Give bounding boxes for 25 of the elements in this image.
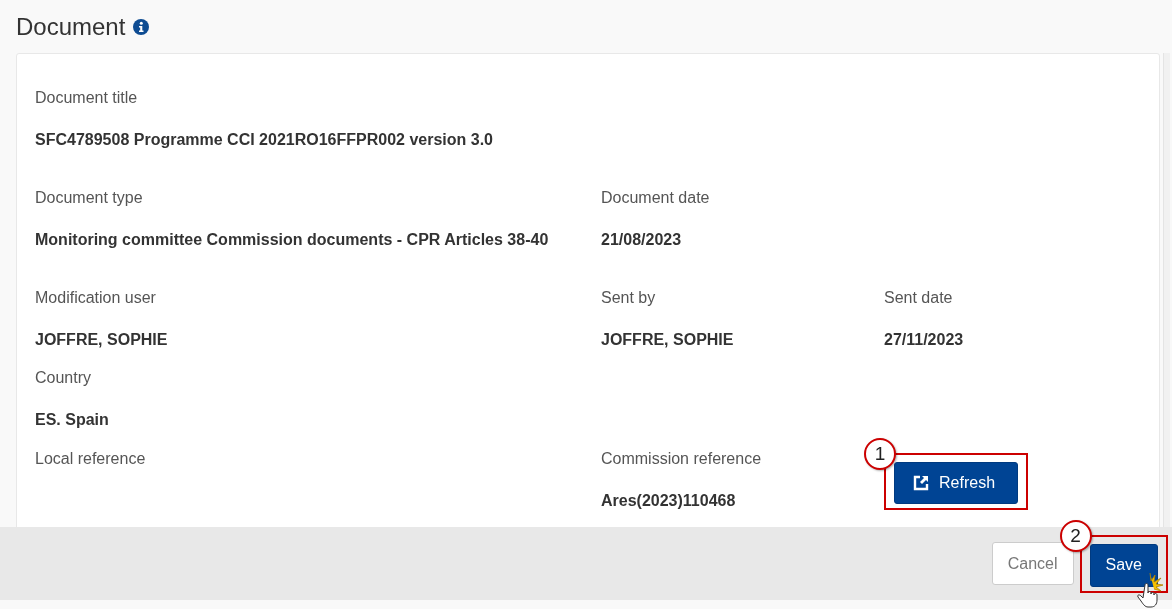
field-value: SFC4789508 Programme CCI 2021RO16FFPR002 version 3.0 <box>35 130 494 150</box>
cancel-button[interactable]: Cancel <box>991 542 1074 585</box>
field-value: Ares(2023)110468 <box>601 491 737 511</box>
field-label: Modification user <box>35 288 156 308</box>
info-icon <box>133 19 150 35</box>
refresh-button[interactable]: Refresh <box>894 462 1019 504</box>
field-label: Sent by <box>601 288 656 308</box>
field-value: 27/11/2023 <box>884 330 965 350</box>
field-label: Local reference <box>35 449 146 469</box>
section-title: Document <box>16 13 126 41</box>
external-link-icon <box>913 475 929 491</box>
hand-cursor-drawing <box>1136 571 1166 609</box>
save-button[interactable]: Save <box>1089 543 1158 587</box>
field-value: ES. Spain <box>35 410 110 430</box>
field-value: Monitoring committee Commission documents - CPR Articles 38-40 <box>35 230 550 250</box>
field-label: Document date <box>601 188 710 208</box>
field-label: Country <box>35 368 92 388</box>
field-value: JOFFRE, SOPHIE <box>35 330 169 350</box>
field-label: Document type <box>35 188 143 208</box>
field-label: Commission reference <box>601 449 762 469</box>
field-value: JOFFRE, SOPHIE <box>601 330 735 350</box>
field-value: 21/08/2023 <box>601 230 683 250</box>
callout-number: 1 <box>864 438 896 470</box>
field-label: Document title <box>35 88 138 108</box>
field-label: Sent date <box>884 288 953 308</box>
